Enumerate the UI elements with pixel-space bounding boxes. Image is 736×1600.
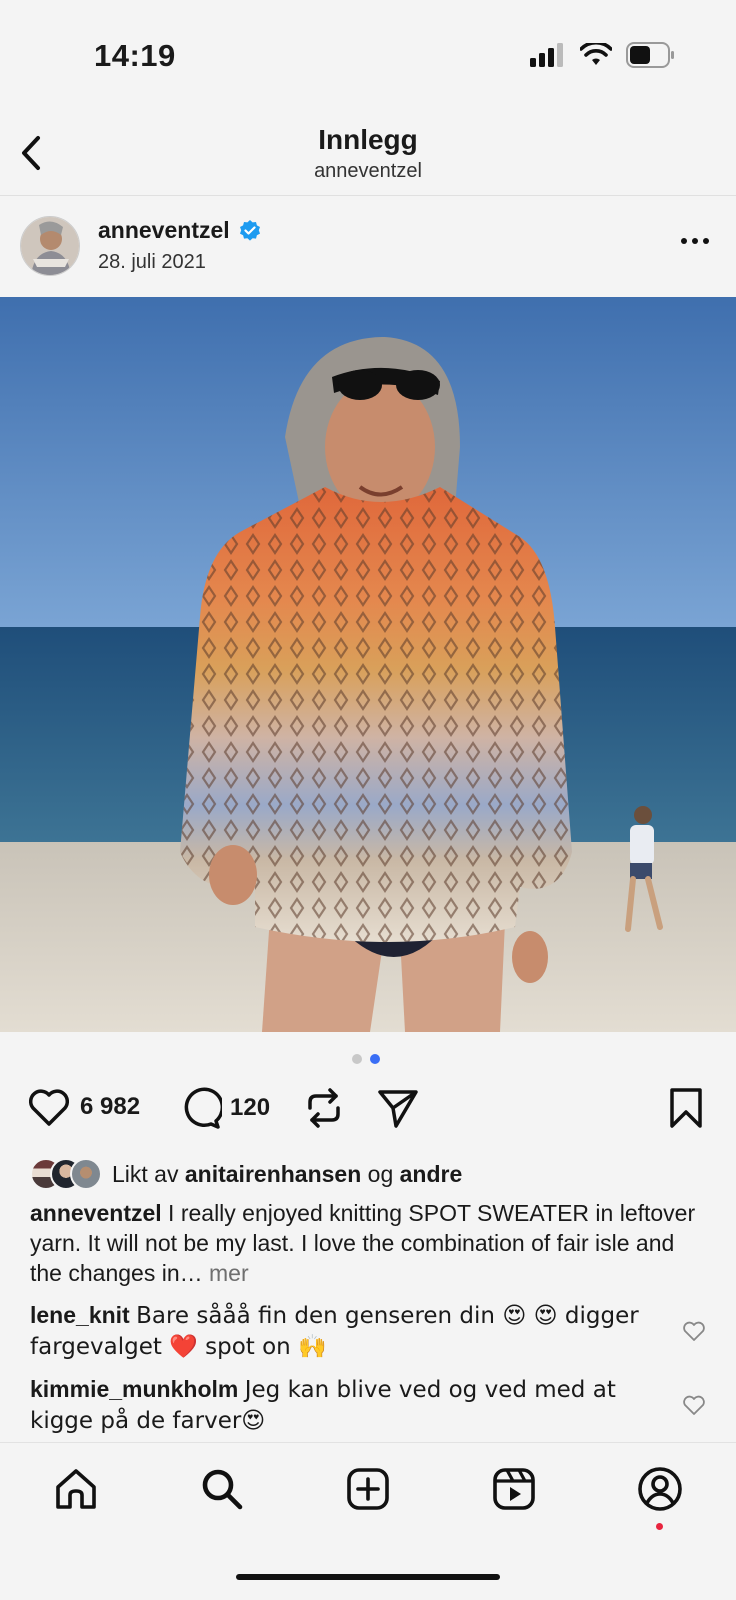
carousel-dot [352, 1054, 362, 1064]
post-username[interactable]: anneventzel [98, 217, 230, 244]
profile-icon[interactable] [636, 1465, 684, 1513]
liked-by-connector: og [367, 1160, 394, 1187]
liked-by[interactable]: Likt av anitairenhansen og andre [30, 1158, 462, 1190]
liker-avatars [30, 1158, 102, 1190]
comment-item: lene_knit Bare sååå fin den genseren din… [30, 1300, 650, 1362]
search-icon[interactable] [198, 1465, 246, 1513]
page-subtitle[interactable]: anneventzel [0, 160, 736, 183]
like-count[interactable]: 6 982 [80, 1093, 140, 1121]
verified-badge-icon [239, 219, 260, 241]
heart-icon[interactable] [26, 1086, 72, 1128]
tab-bar [0, 1442, 736, 1600]
comment-count[interactable]: 120 [230, 1094, 270, 1122]
home-icon[interactable] [52, 1465, 100, 1513]
wifi-icon [580, 43, 612, 65]
notification-dot [656, 1523, 663, 1530]
carousel-dot-active [370, 1054, 380, 1064]
carousel-indicator [352, 1054, 380, 1064]
avatar [70, 1158, 102, 1190]
liked-by-prefix: Likt av [112, 1160, 179, 1187]
comment-icon[interactable] [178, 1086, 222, 1130]
page-title: Innlegg [318, 124, 418, 155]
bookmark-icon[interactable] [668, 1086, 704, 1130]
status-time: 14:19 [94, 38, 176, 73]
post-author[interactable]: anneventzel [98, 217, 262, 244]
liked-by-user[interactable]: anitairenhansen [185, 1161, 361, 1188]
nav-bar: Innlegg anneventzel [0, 110, 736, 196]
comment-username[interactable]: kimmie_munkholm [30, 1376, 238, 1402]
battery-icon [626, 42, 674, 68]
send-icon[interactable] [376, 1086, 420, 1130]
liked-by-others[interactable]: andre [400, 1161, 463, 1188]
action-bar: 6 982 120 [0, 1086, 736, 1136]
status-bar: 14:19 [0, 0, 736, 110]
comment-item: kimmie_munkholm Jeg kan blive ved og ved… [30, 1374, 650, 1436]
avatar[interactable] [20, 216, 80, 276]
caption-more-link[interactable]: mer [209, 1260, 249, 1286]
caption-username[interactable]: anneventzel [30, 1200, 162, 1226]
post-date: 28. juli 2021 [98, 251, 206, 273]
post-header: anneventzel 28. juli 2021 [0, 197, 736, 297]
create-icon[interactable] [344, 1465, 392, 1513]
post-caption: anneventzel I really enjoyed knitting SP… [30, 1198, 706, 1288]
home-indicator[interactable] [236, 1574, 500, 1580]
comment-heart-icon[interactable] [682, 1320, 706, 1342]
cellular-signal-icon [530, 43, 563, 67]
more-horizontal-icon[interactable] [680, 235, 710, 247]
comment-username[interactable]: lene_knit [30, 1302, 130, 1328]
reels-icon[interactable] [490, 1465, 538, 1513]
comment-action[interactable]: 120 [178, 1086, 270, 1130]
repost-icon[interactable] [304, 1086, 344, 1130]
status-icons [530, 42, 676, 68]
comment-heart-icon[interactable] [682, 1394, 706, 1416]
post-image[interactable] [0, 297, 736, 1032]
like-action[interactable]: 6 982 [26, 1086, 140, 1128]
